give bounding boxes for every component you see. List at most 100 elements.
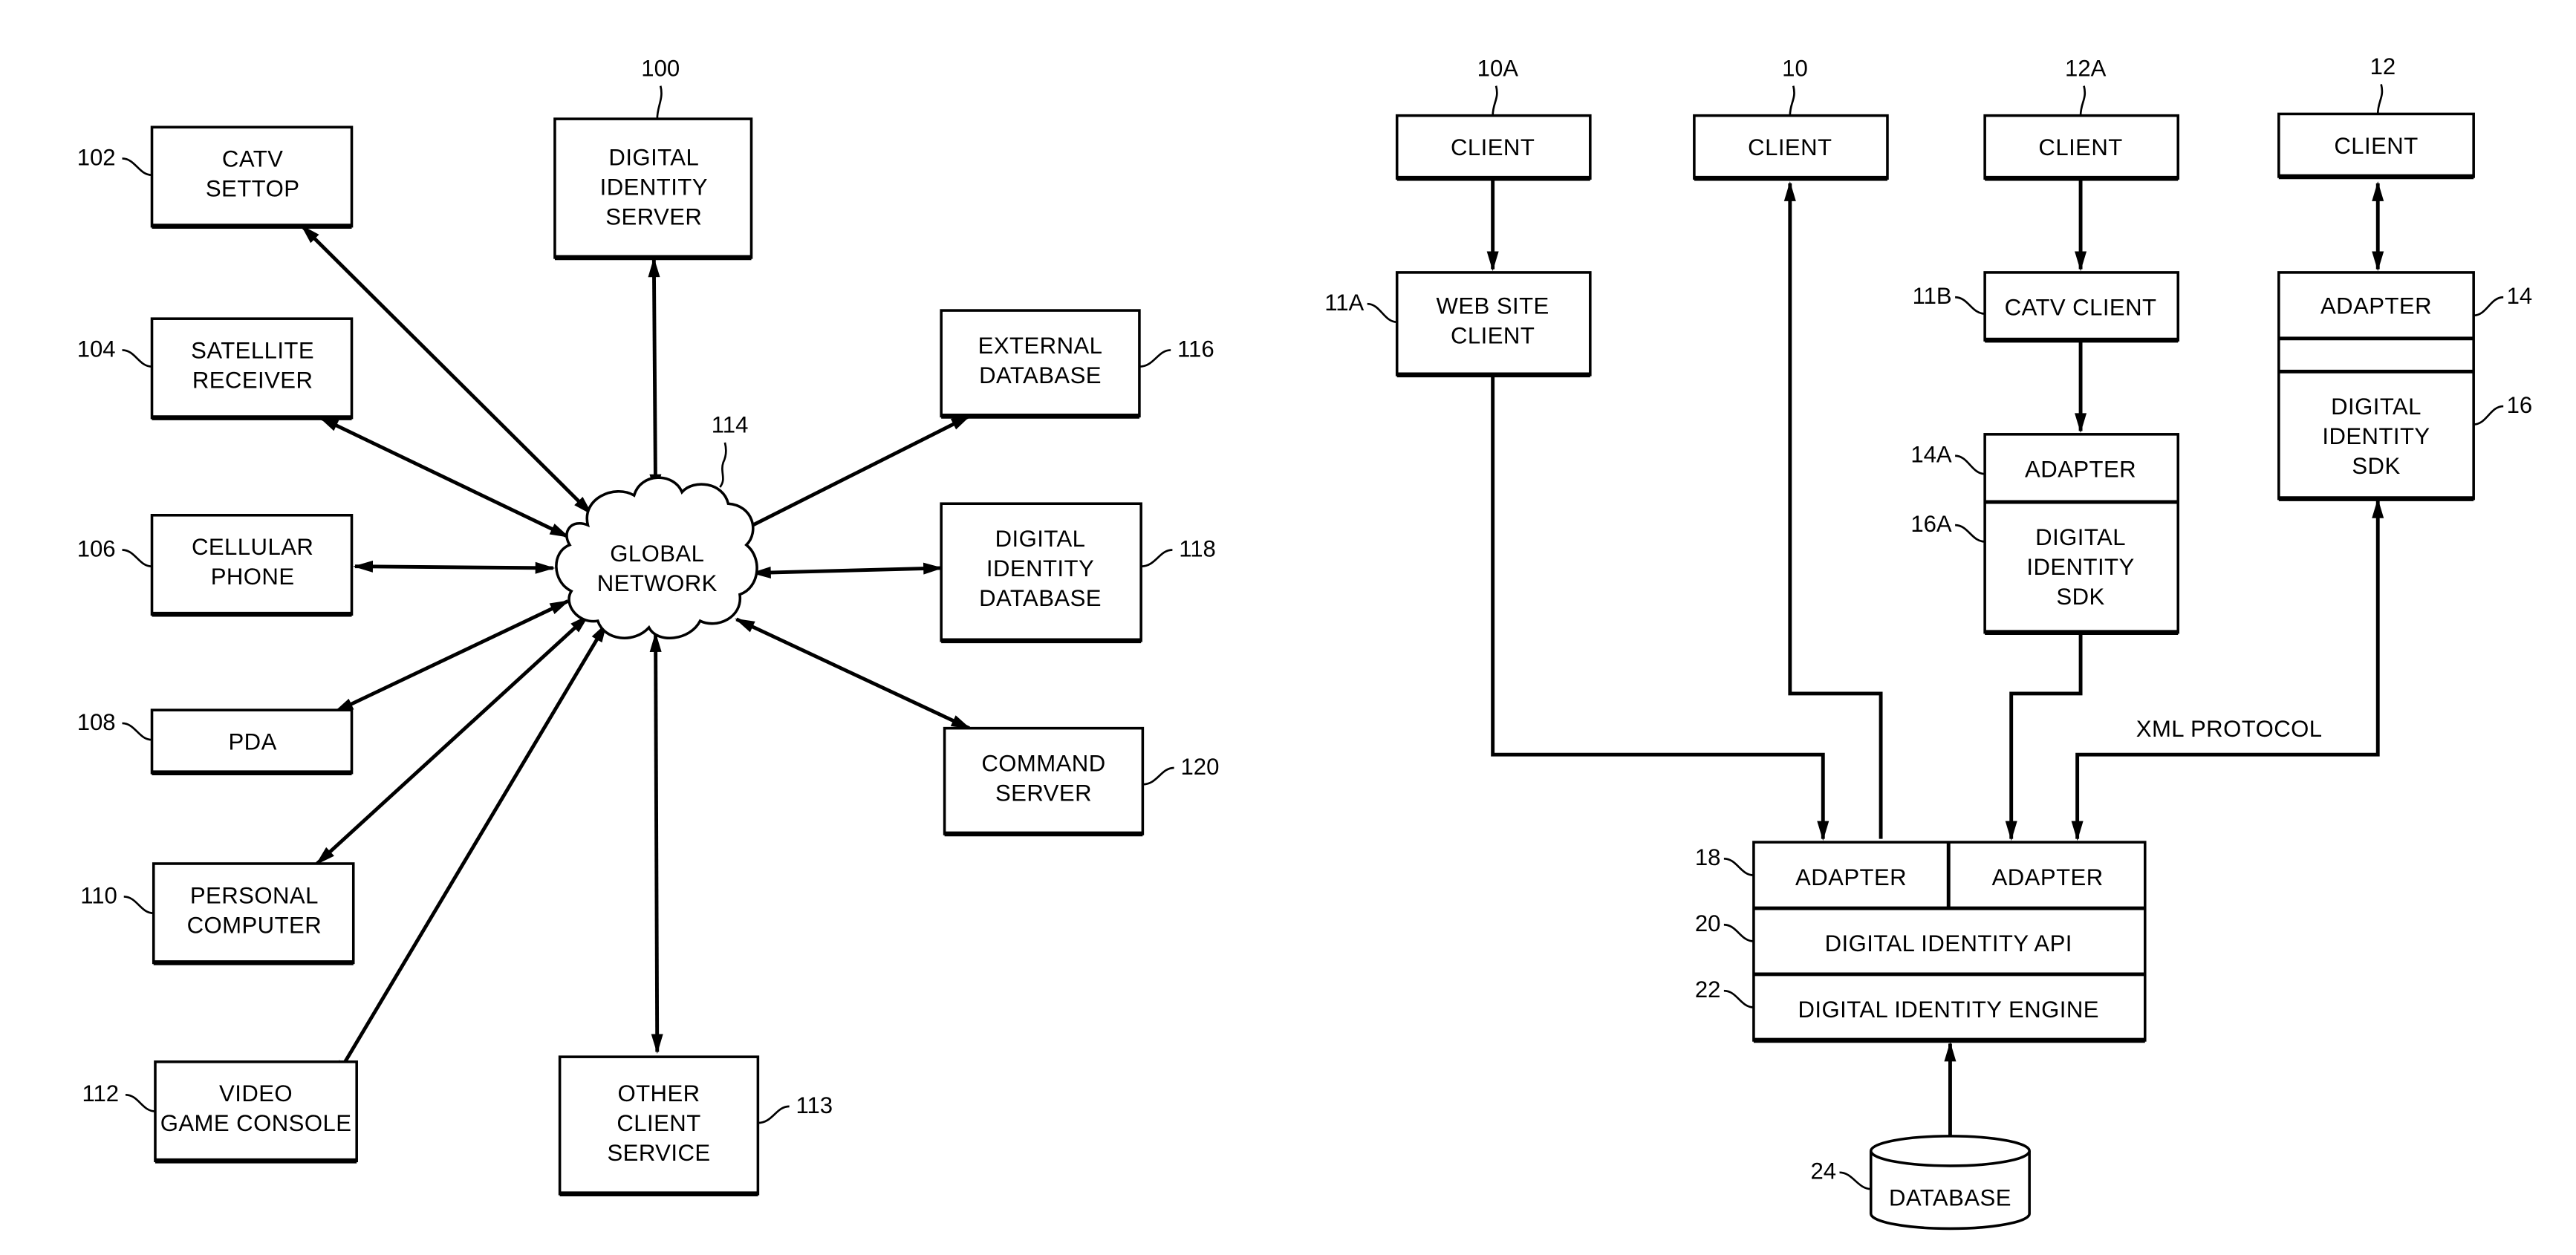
connection-100: [648, 257, 662, 495]
engine-label: DIGITAL IDENTITY ENGINE: [1798, 997, 2099, 1023]
label-line: CATV CLIENT: [2005, 295, 2157, 321]
api-label: DIGITAL IDENTITY API: [1825, 930, 2072, 956]
label-line: SERVER: [605, 203, 702, 229]
ref-10A: 10A: [1477, 55, 1519, 81]
ref-108: 108: [77, 709, 116, 735]
node-pda: PDA 108: [77, 708, 354, 776]
ref-100: 100: [641, 55, 680, 81]
label-line: SERVICE: [607, 1140, 710, 1166]
web-site-client: WEB SITE CLIENT 11A: [1324, 271, 1592, 378]
ref-14: 14: [2507, 283, 2533, 309]
label-line: RECEIVER: [192, 368, 313, 394]
label-line: DIGITAL: [608, 144, 699, 170]
ref-24: 24: [1810, 1158, 1836, 1184]
label-line: IDENTITY: [986, 555, 1094, 581]
patent-diagram: GLOBAL NETWORK 114 DIGITAL IDENTITY SERV…: [77, 53, 2533, 1230]
database-label: DATABASE: [1889, 1184, 2011, 1210]
label-line: SETTOP: [206, 176, 300, 202]
ref-11B: 11B: [1913, 283, 1952, 309]
node-personal-computer: PERSONAL COMPUTER 110: [80, 862, 355, 965]
label-line: CLIENT: [617, 1110, 700, 1136]
connection-106: [353, 560, 556, 574]
label-line: CLIENT: [1451, 323, 1535, 349]
adapter-right-label: ADAPTER: [1992, 864, 2104, 890]
label-line: CELLULAR: [192, 534, 313, 560]
client-12: CLIENT 12: [2277, 53, 2475, 180]
connection-120: [735, 617, 972, 730]
ref-116: 116: [1177, 336, 1214, 362]
node-cellular-phone: CELLULAR PHONE 106: [77, 514, 354, 617]
label-line: OTHER: [617, 1080, 700, 1106]
label-line: DATABASE: [979, 585, 1102, 611]
ref-106: 106: [77, 535, 116, 561]
adapter-left-label: ADAPTER: [1795, 864, 1907, 890]
label-line: SATELLITE: [191, 338, 314, 364]
adapter-sdk-14A: ADAPTER DIGITAL IDENTITY SDK 14A 16A: [1910, 433, 2180, 636]
ref-104: 104: [77, 336, 116, 362]
ref-22: 22: [1695, 977, 1721, 1003]
connection-108: [333, 599, 570, 714]
connection-113: [649, 632, 663, 1054]
label-line: IDENTITY: [2322, 423, 2430, 449]
node-external-database: EXTERNAL DATABASE 116: [940, 309, 1214, 419]
ref-16: 16: [2507, 392, 2533, 418]
node-satellite-receiver: SATELLITE RECEIVER 104: [77, 317, 354, 420]
label-line: SERVER: [995, 780, 1092, 806]
global-network-label-line2: NETWORK: [597, 570, 718, 596]
client-label: CLIENT: [1748, 134, 1832, 160]
node-video-game-console: VIDEO GAME CONSOLE 112: [82, 1060, 358, 1164]
label-line: IDENTITY: [2026, 554, 2134, 580]
label-line: DIGITAL: [2035, 524, 2126, 550]
catv-client: CATV CLIENT 11B: [1913, 271, 2180, 343]
label-line: GAME CONSOLE: [160, 1110, 352, 1136]
connection-104: [318, 416, 570, 538]
ref-114: 114: [712, 412, 749, 438]
label-line: EXTERNAL: [978, 333, 1103, 359]
ref-16A: 16A: [1910, 511, 1952, 537]
ref-20: 20: [1695, 910, 1721, 936]
label-line: COMMAND: [981, 750, 1105, 776]
node-digital-identity-database: DIGITAL IDENTITY DATABASE 118: [940, 502, 1216, 644]
ref-12: 12: [2370, 53, 2396, 79]
network-connections: [300, 224, 972, 1080]
connection-116: [728, 414, 972, 538]
node-other-client-service: OTHER CLIENT SERVICE 113: [558, 1055, 833, 1197]
adapter-sdk-14: ADAPTER DIGITAL IDENTITY SDK 14 16: [2277, 271, 2533, 501]
global-network-label-line1: GLOBAL: [610, 541, 704, 567]
ref-112: 112: [82, 1080, 119, 1106]
label-line: PDA: [228, 729, 276, 755]
client-10A: CLIENT 10A: [1395, 55, 1592, 181]
label-line: CATV: [222, 146, 283, 172]
ref-10: 10: [1782, 55, 1808, 81]
database-cylinder: DATABASE 24: [1810, 1135, 2031, 1230]
label-line: DIGITAL: [995, 526, 1086, 552]
label-line: DATABASE: [979, 362, 1102, 388]
label-line: PHONE: [211, 564, 295, 590]
ref-118: 118: [1179, 535, 1216, 561]
node-command-server: COMMAND SERVER 120: [943, 726, 1220, 837]
label-line: WEB SITE: [1437, 293, 1549, 319]
label-line: COMPUTER: [187, 912, 322, 938]
client-12A: CLIENT 12A: [1983, 55, 2180, 181]
node-digital-identity-server: DIGITAL IDENTITY SERVER 100: [553, 55, 753, 261]
ref-113: 113: [796, 1092, 833, 1118]
label-line: SDK: [2352, 453, 2400, 479]
ref-14A: 14A: [1910, 442, 1952, 468]
figure-right: CLIENT 10A CLIENT 10 CLIENT 12A CLIENT 1…: [1324, 53, 2533, 1230]
xml-protocol-label: XML PROTOCOL: [2136, 716, 2323, 742]
adapter-label: ADAPTER: [2320, 293, 2432, 319]
label-line: VIDEO: [219, 1080, 293, 1106]
figure-left: GLOBAL NETWORK 114 DIGITAL IDENTITY SERV…: [77, 55, 1220, 1197]
label-line: SDK: [2056, 584, 2104, 610]
server-stack: ADAPTER ADAPTER DIGITAL IDENTITY API DIG…: [1695, 841, 2147, 1043]
node-catv-settop: CATV SETTOP 102: [77, 126, 354, 229]
adapter-label: ADAPTER: [2025, 457, 2136, 483]
connection-118: [751, 562, 943, 578]
ref-11A: 11A: [1324, 290, 1364, 316]
label-line: PERSONAL: [190, 882, 319, 908]
label-line: DIGITAL: [2331, 394, 2421, 420]
client-label: CLIENT: [2334, 133, 2418, 159]
client-label: CLIENT: [2038, 134, 2122, 160]
connection-110: [315, 614, 590, 865]
ref-120: 120: [1181, 754, 1220, 780]
